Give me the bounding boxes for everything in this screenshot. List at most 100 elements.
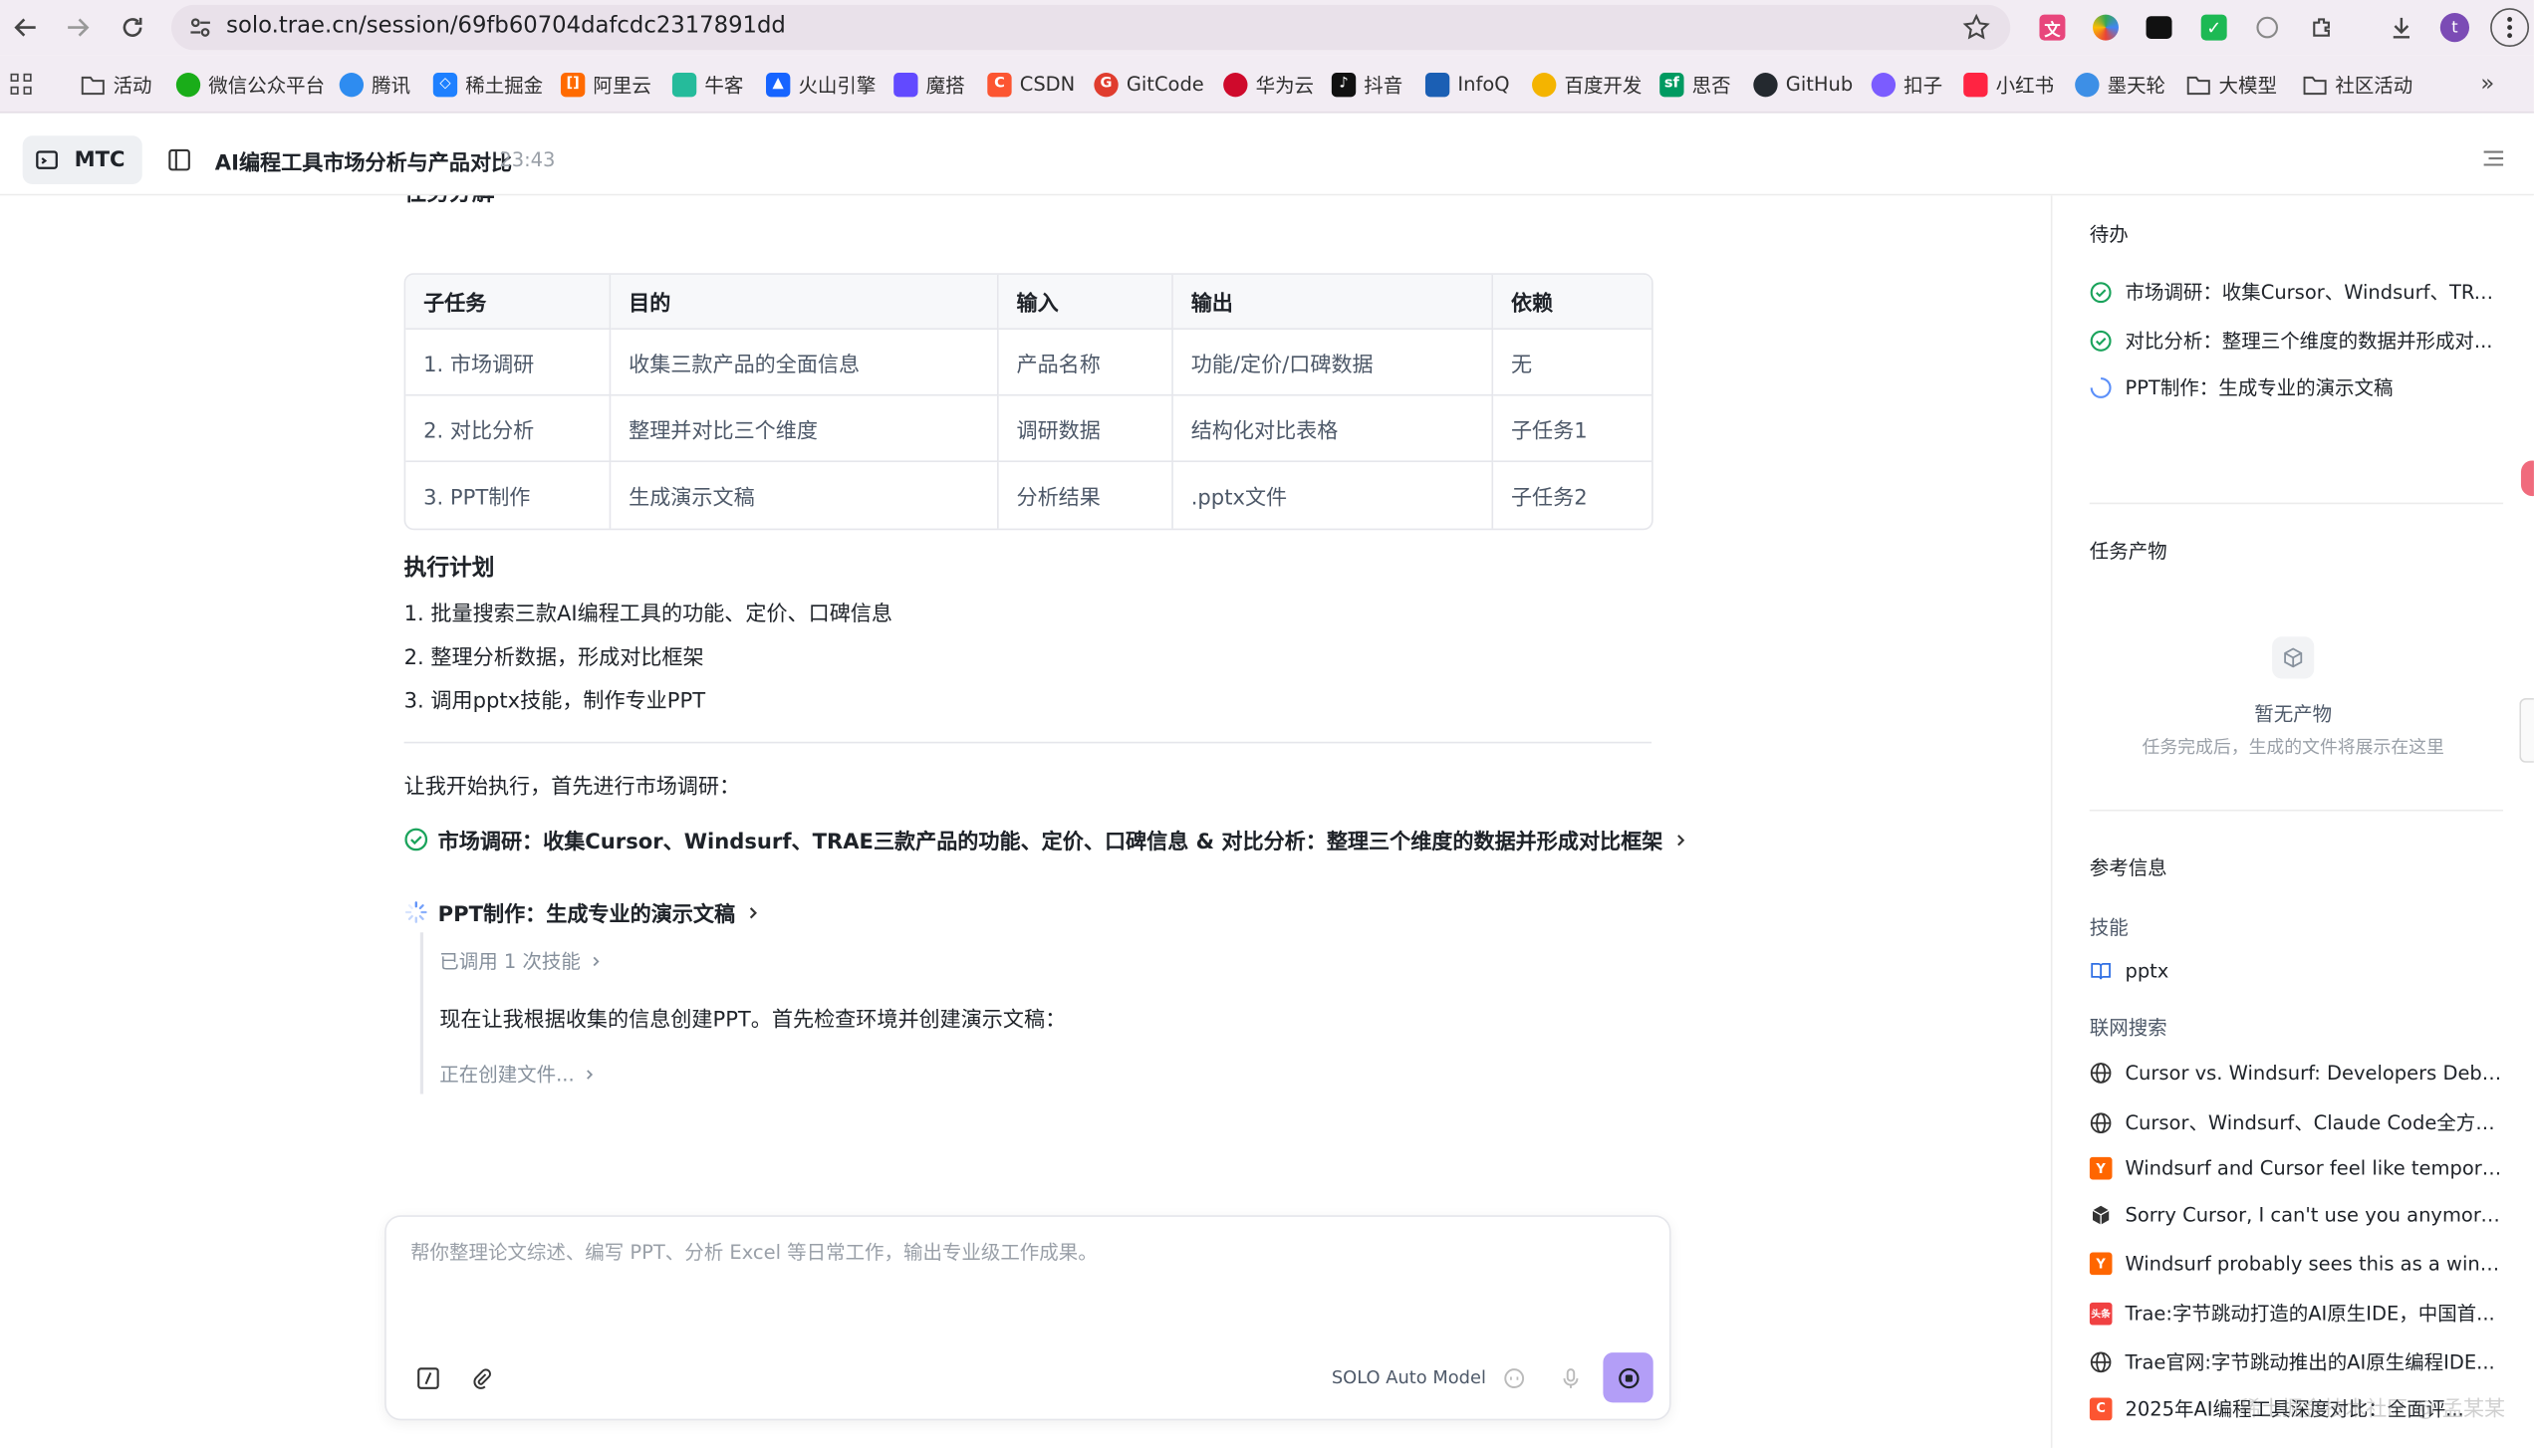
table-cell: 收集三款产品的全面信息 xyxy=(611,330,999,396)
site-settings-icon[interactable] xyxy=(187,15,213,41)
toutiao-icon: 头条 xyxy=(2089,1302,2113,1325)
bookmark-item[interactable]: 小红书 xyxy=(1963,70,2054,99)
address-bar[interactable]: solo.trae.cn/session/69fb60704dafcdc2317… xyxy=(170,4,2011,51)
motianlun-icon xyxy=(2075,72,2100,97)
bookmark-item[interactable]: 魔搭 xyxy=(893,70,965,99)
todo-item[interactable]: PPT制作：生成专业的演示文稿 xyxy=(2090,373,2503,401)
bookmark-item[interactable]: 微信公众平台 xyxy=(175,70,325,99)
table-cell: 子任务1 xyxy=(1493,396,1652,463)
reference-item[interactable]: Sorry Cursor, I can't use you anymore. C… xyxy=(2090,1204,2503,1227)
bookmark-star-icon[interactable] xyxy=(1962,13,1991,42)
bookmark-item[interactable]: 活动 xyxy=(81,70,152,99)
chat-mode-button[interactable] xyxy=(1496,1360,1532,1396)
bookmark-item[interactable]: InfoQ xyxy=(1424,70,1510,99)
message-input[interactable] xyxy=(410,1241,1640,1264)
infoq-icon xyxy=(1424,72,1450,97)
chevron-right-icon xyxy=(587,1069,594,1079)
bookmark-item[interactable]: G GitCode xyxy=(1094,70,1204,99)
reference-item[interactable]: Trae官网:字节跳动推出的AI原生编程IDE... xyxy=(2090,1347,2503,1375)
extensions-puzzle-icon[interactable] xyxy=(2306,11,2338,43)
check-circle-icon xyxy=(2090,281,2112,303)
step-done-row[interactable]: 市场调研：收集Cursor、Windsurf、TRAE三款产品的功能、定价、口碑… xyxy=(404,825,1689,854)
extension-game-icon[interactable] xyxy=(2143,11,2174,43)
modelscope-icon xyxy=(893,72,918,97)
slash-command-button[interactable] xyxy=(410,1360,446,1396)
panel-menu-icon[interactable] xyxy=(2482,148,2505,167)
browser-menu-icon[interactable] xyxy=(2490,8,2530,48)
todo-item[interactable]: 市场调研：收集Cursor、Windsurf、TRAE... xyxy=(2090,278,2503,306)
floating-assistant-icon[interactable] xyxy=(2520,460,2534,497)
bookmark-item[interactable]: 墨天轮 xyxy=(2075,70,2165,99)
reload-button[interactable] xyxy=(117,11,148,43)
table-cell: 生成演示文稿 xyxy=(611,462,999,529)
bookmark-item[interactable]: [] 阿里云 xyxy=(560,70,651,99)
table-header: 目的 xyxy=(611,274,999,331)
reference-label: Trae官网:字节跳动推出的AI原生编程IDE... xyxy=(2125,1350,2495,1374)
bookmark-item[interactable]: C CSDN xyxy=(987,70,1075,99)
apps-grid-icon[interactable] xyxy=(10,70,33,99)
divider xyxy=(2089,502,2504,505)
reference-item[interactable]: Y Windsurf and Cursor feel like temporar… xyxy=(2089,1156,2503,1180)
chevron-right-icon xyxy=(594,955,600,966)
bookmarks-overflow-icon[interactable]: » xyxy=(2480,70,2494,99)
stop-button[interactable] xyxy=(1603,1352,1653,1403)
reference-label: Windsurf probably sees this as a win. I … xyxy=(2125,1252,2503,1276)
profile-avatar[interactable]: t xyxy=(2438,11,2470,43)
empty-title: 暂无产物 xyxy=(2254,702,2333,726)
stop-circle-icon xyxy=(1618,1367,1639,1388)
bookmark-item[interactable]: 大模型 xyxy=(2186,70,2277,99)
artifacts-title: 任务产物 xyxy=(2089,539,2167,563)
reference-item[interactable]: Cursor、Windsurf、Claude Code全方位... xyxy=(2090,1108,2503,1136)
bookmark-item[interactable]: 牛客 xyxy=(671,70,743,99)
voice-input-button[interactable] xyxy=(1553,1360,1589,1396)
table-row: 1. 市场调研 收集三款产品的全面信息 产品名称 功能/定价/口碑数据 无 xyxy=(405,330,1652,396)
step-running-row[interactable]: PPT制作：生成专业的演示文稿 xyxy=(404,897,761,927)
url-text[interactable]: solo.trae.cn/session/69fb60704dafcdc2317… xyxy=(226,13,786,39)
bookmark-item[interactable]: GitHub xyxy=(1753,70,1853,99)
segmentfault-icon: sf xyxy=(1659,72,1684,97)
arrow-right-icon xyxy=(68,18,90,37)
session-time: 23:43 xyxy=(499,148,556,171)
reference-item[interactable]: Y Windsurf probably sees this as a win. … xyxy=(2089,1252,2503,1276)
table-row: 3. PPT制作 生成演示文稿 分析结果 .pptx文件 子任务2 xyxy=(405,462,1651,529)
watermark: 稀土掘金技术社区 @ 孟某某 xyxy=(2239,1397,2506,1422)
app-header: MTC AI编程工具市场分析与产品对比 23:43 xyxy=(0,125,2534,196)
nowcoder-icon xyxy=(671,72,697,97)
reference-item[interactable]: Cursor vs. Windsurf: Developers Debate t… xyxy=(2090,1062,2503,1085)
bookmark-item[interactable]: 华为云 xyxy=(1223,70,1314,99)
divider xyxy=(2089,809,2504,812)
back-button[interactable] xyxy=(10,11,42,43)
aliyun-icon: [] xyxy=(560,72,586,97)
workspace-badge[interactable]: MTC xyxy=(22,135,142,184)
skills-label: 技能 xyxy=(2089,916,2129,939)
extension-translate-icon[interactable]: 文 xyxy=(2036,11,2068,43)
bookmark-item[interactable]: 扣子 xyxy=(1871,70,1942,99)
skill-call-toggle[interactable]: 已调用 1 次技能 xyxy=(439,947,603,975)
github-icon xyxy=(1753,72,1778,97)
bookmark-item[interactable]: ◇ 稀土掘金 xyxy=(432,70,543,99)
extension-color-icon[interactable] xyxy=(2090,11,2122,43)
reference-item[interactable]: 头条 Trae:字节跳动打造的AI原生IDE，中国首... xyxy=(2089,1300,2503,1328)
bookmark-item[interactable]: 百度开发 xyxy=(1532,70,1642,99)
attach-button[interactable] xyxy=(464,1360,500,1396)
extension-chat-icon[interactable] xyxy=(2251,11,2283,43)
download-icon[interactable] xyxy=(2386,11,2417,43)
sidebar-toggle-icon[interactable] xyxy=(168,148,191,171)
bookmark-item[interactable]: ♪ 抖音 xyxy=(1331,70,1402,99)
todo-item[interactable]: 对比分析：整理三个维度的数据并形成对... xyxy=(2090,327,2503,355)
box-icon xyxy=(2272,636,2315,679)
model-selector[interactable]: SOLO Auto Model xyxy=(1332,1367,1486,1388)
gitcode-icon: G xyxy=(1094,72,1119,97)
assistant-message: 现在让我根据收集的信息创建PPT。首先检查环境并创建演示文稿： xyxy=(439,1008,1067,1033)
bookmark-item[interactable]: ▲ 火山引擎 xyxy=(766,70,876,99)
forward-button[interactable] xyxy=(62,11,94,43)
skill-item[interactable]: pptx xyxy=(2090,960,2503,983)
bookmark-item[interactable]: 腾讯 xyxy=(339,70,410,99)
extension-check-icon[interactable]: ✓ xyxy=(2197,11,2229,43)
coze-icon xyxy=(1871,72,1897,97)
bookmark-item[interactable]: 社区活动 xyxy=(2303,70,2412,99)
list-item: 2. 整理分析数据，形成对比框架 xyxy=(403,646,704,671)
creating-file-toggle[interactable]: 正在创建文件... xyxy=(439,1060,597,1088)
bookmark-item[interactable]: sf 思否 xyxy=(1659,70,1731,99)
side-drawer-handle[interactable] xyxy=(2519,697,2534,763)
